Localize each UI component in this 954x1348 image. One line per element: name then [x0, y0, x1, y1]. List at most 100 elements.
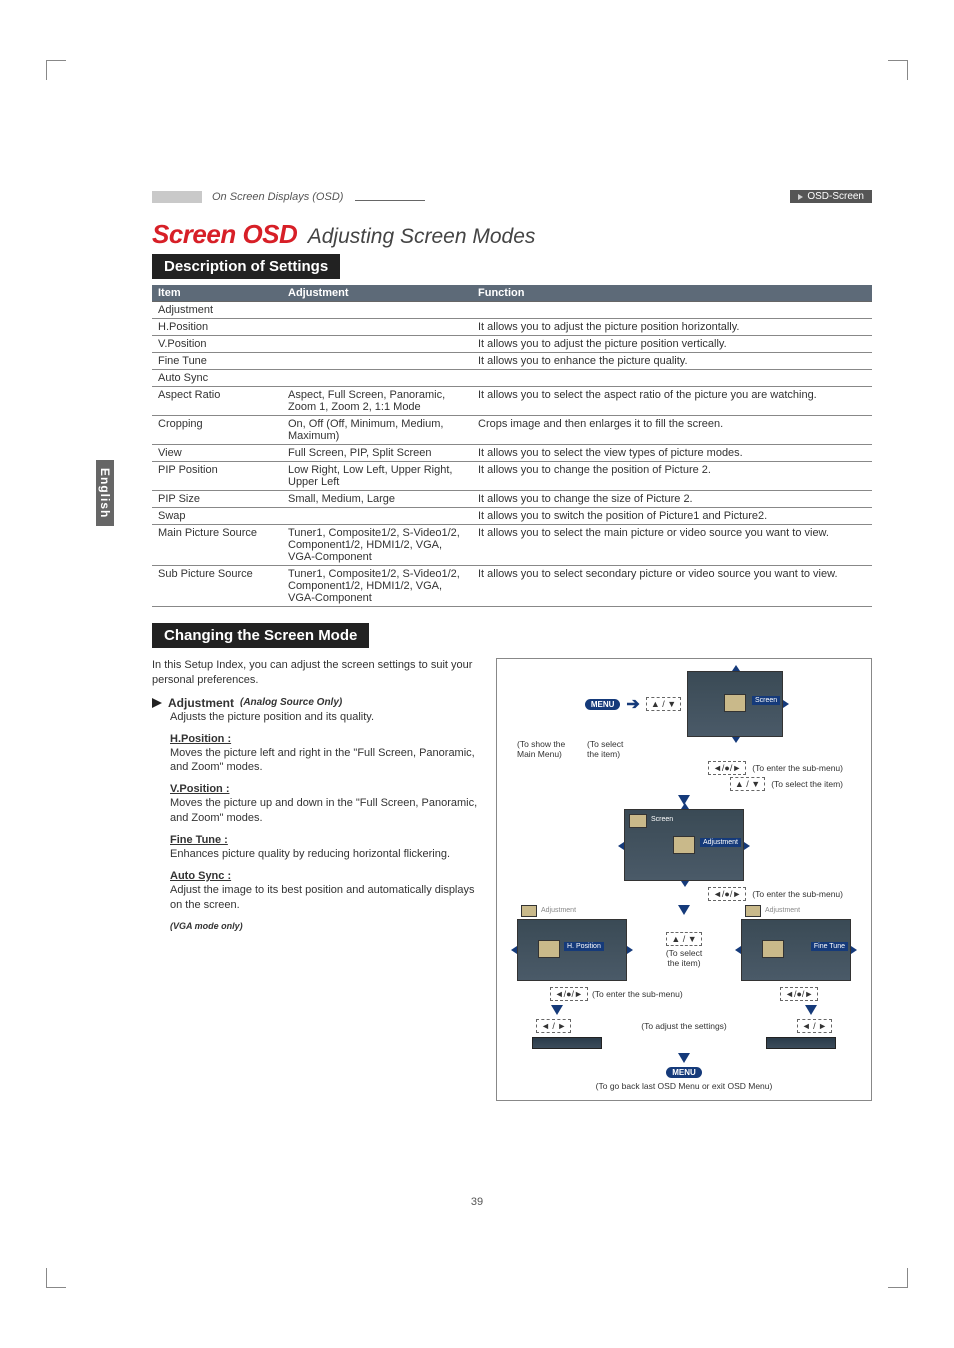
header-accent-block: [152, 191, 202, 203]
cell-item: Fine Tune: [152, 353, 282, 370]
cell-function: It allows you to change the size of Pict…: [472, 491, 872, 508]
table-row: Main Picture SourceTuner1, Composite1/2,…: [152, 525, 872, 566]
screen-tag: Screen: [752, 696, 780, 705]
cell-item: Adjustment: [152, 302, 282, 319]
cell-adjustment: Full Screen, PIP, Split Screen: [282, 445, 472, 462]
table-row: PIP PositionLow Right, Low Left, Upper R…: [152, 462, 872, 491]
cell-adjustment: Small, Medium, Large: [282, 491, 472, 508]
cell-function: It allows you to select the view types o…: [472, 445, 872, 462]
leftright-key-icon: ◄ / ►: [536, 1019, 571, 1033]
osd-hposition-thumb: H. Position: [517, 919, 627, 981]
cell-adjustment: [282, 336, 472, 353]
hposition-item: H.Position : Moves the picture left and …: [170, 733, 482, 776]
cell-function: It allows you to adjust the picture posi…: [472, 319, 872, 336]
flow-down-arrow-icon-3: [551, 1005, 563, 1015]
analog-only-note: (Analog Source Only): [240, 697, 342, 708]
table-row: Sub Picture SourceTuner1, Composite1/2, …: [152, 566, 872, 607]
page-number: 39: [0, 1196, 954, 1208]
cell-item: Cropping: [152, 416, 282, 445]
osd-screen-thumb: Screen: [687, 671, 783, 737]
cell-function: It allows you to select the main picture…: [472, 525, 872, 566]
leftright-key-icon-2: ◄ / ►: [797, 1019, 832, 1033]
table-row: CroppingOn, Off (Off, Minimum, Medium, M…: [152, 416, 872, 445]
autosync-item: Auto Sync : Adjust the image to its best…: [170, 870, 482, 933]
cell-adjustment: Aspect, Full Screen, Panoramic, Zoom 1, …: [282, 387, 472, 416]
finetune-label: Fine Tune :: [170, 834, 228, 846]
enter-key-icon-3: ◄/●/►: [550, 987, 588, 1001]
vposition-label: V.Position :: [170, 783, 230, 795]
enter-key-icon: ◄/●/►: [708, 761, 746, 775]
cell-item: View: [152, 445, 282, 462]
finetune-desc: Enhances picture quality by reducing hor…: [170, 847, 482, 862]
badge-label: OSD-Screen: [807, 191, 864, 202]
to-adjust-caption: (To adjust the settings): [641, 1021, 727, 1031]
cell-item: V.Position: [152, 336, 282, 353]
table-row: Adjustment: [152, 302, 872, 319]
cell-function: It allows you to select the aspect ratio…: [472, 387, 872, 416]
flow-down-arrow-icon-5: [678, 1053, 690, 1063]
flow-diagram: MENU ➔ ▲ / ▼ Screen (To show the Main Me…: [496, 658, 872, 1101]
title-sub: Adjusting Screen Modes: [308, 225, 536, 248]
language-tab: English: [96, 460, 114, 526]
enter-key-icon-4: ◄/●/►: [780, 987, 818, 1001]
vga-mode-note: (VGA mode only): [170, 921, 243, 931]
to-select-the-item-caption: (To select the item): [771, 779, 843, 789]
cell-item: Sub Picture Source: [152, 566, 282, 607]
table-row: V.PositionIt allows you to adjust the pi…: [152, 336, 872, 353]
adjustment-heading: Adjustment (Analog Source Only): [152, 696, 482, 710]
cell-adjustment: [282, 508, 472, 525]
table-row: Auto Sync: [152, 370, 872, 387]
cell-function: [472, 302, 872, 319]
vposition-desc: Moves the picture up and down in the "Fu…: [170, 796, 482, 826]
breadcrumb: On Screen Displays (OSD): [212, 191, 349, 203]
th-function: Function: [472, 285, 872, 302]
page-content: On Screen Displays (OSD) OSD-Screen Scre…: [152, 190, 872, 1101]
th-adjustment: Adjustment: [282, 285, 472, 302]
menu-button-icon: MENU: [585, 699, 621, 710]
table-row: Fine Tune It allows you to enhance the pi…: [152, 353, 872, 370]
cell-item: Aspect Ratio: [152, 387, 282, 416]
changing-intro: In this Setup Index, you can adjust the …: [152, 658, 482, 688]
finetune-item: Fine Tune : Enhances picture quality by …: [170, 834, 482, 862]
to-select-item-caption: (To select the item): [587, 739, 637, 759]
enter-key-icon-2: ◄/●/►: [708, 887, 746, 901]
badge-triangle-icon: [798, 194, 803, 200]
cell-item: H.Position: [152, 319, 282, 336]
to-enter-sub-caption-3: (To enter the sub-menu): [592, 989, 683, 999]
cell-item: Swap: [152, 508, 282, 525]
to-select-item-caption-2: (To select the item): [659, 948, 709, 968]
flow-down-arrow-icon-2: [678, 905, 690, 915]
table-row: ViewFull Screen, PIP, Split ScreenIt all…: [152, 445, 872, 462]
page-title: Screen OSD Adjusting Screen Modes: [152, 219, 872, 250]
to-show-main-caption: (To show the Main Menu): [517, 739, 571, 759]
adjustment-small-label: Adjustment: [541, 907, 576, 914]
adjustment-tag: Adjustment: [700, 838, 741, 847]
vposition-item: V.Position : Moves the picture up and do…: [170, 783, 482, 826]
updown-key-icon-3: ▲ / ▼: [666, 932, 701, 946]
adjustment-title: Adjustment: [168, 696, 234, 710]
to-enter-sub-caption: (To enter the sub-menu): [752, 763, 843, 773]
to-go-back-caption: (To go back last OSD Menu or exit OSD Me…: [596, 1081, 773, 1091]
cell-adjustment: [282, 319, 472, 336]
updown-key-icon: ▲ / ▼: [646, 697, 681, 711]
slider-bar-icon-2: [766, 1037, 836, 1049]
cell-function: It allows you to select secondary pictur…: [472, 566, 872, 607]
cell-adjustment: Tuner1, Composite1/2, S-Video1/2, Compon…: [282, 525, 472, 566]
cell-function: It allows you to enhance the picture qua…: [472, 353, 872, 370]
slider-bar-icon: [532, 1037, 602, 1049]
table-row: SwapIt allows you to switch the position…: [152, 508, 872, 525]
flow-down-arrow-icon-4: [805, 1005, 817, 1015]
finetune-tag: Fine Tune: [811, 942, 848, 951]
instructions-column: In this Setup Index, you can adjust the …: [152, 658, 482, 1101]
table-row: PIP SizeSmall, Medium, LargeIt allows yo…: [152, 491, 872, 508]
title-main: Screen OSD: [152, 219, 297, 249]
arrow-right-icon: ➔: [626, 694, 639, 714]
header-rule: [355, 200, 425, 201]
osd-adjustment-thumb: Screen Adjustment: [624, 809, 744, 881]
osd-finetune-thumb: Fine Tune: [741, 919, 851, 981]
changing-section-tab: Changing the Screen Mode: [152, 623, 369, 648]
cell-function: [472, 370, 872, 387]
cell-adjustment: On, Off (Off, Minimum, Medium, Maximum): [282, 416, 472, 445]
cell-adjustment: [282, 353, 472, 370]
cell-adjustment: Low Right, Low Left, Upper Right, Upper …: [282, 462, 472, 491]
